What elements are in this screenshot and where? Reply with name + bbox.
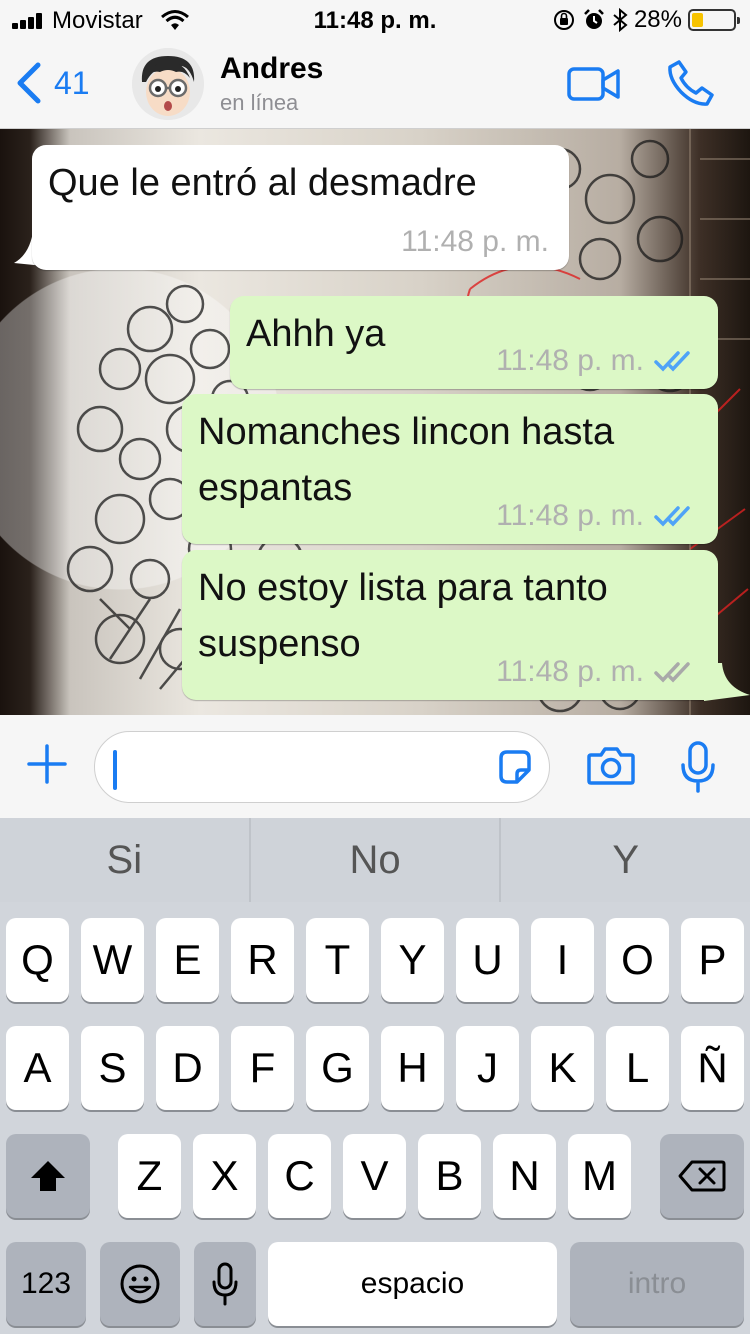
outgoing-bubble-tail — [704, 663, 750, 701]
return-key[interactable]: intro — [570, 1242, 744, 1326]
message-time: 11:48 p. m. — [496, 499, 644, 532]
avatar[interactable] — [132, 48, 204, 120]
key-v[interactable]: V — [343, 1134, 406, 1218]
key-p[interactable]: P — [681, 918, 744, 1002]
key-g[interactable]: G — [306, 1026, 369, 1110]
read-receipt-icon — [654, 351, 690, 372]
key-t[interactable]: T — [306, 918, 369, 1002]
key-w[interactable]: W — [81, 918, 144, 1002]
key-b[interactable]: B — [418, 1134, 481, 1218]
chat-area[interactable]: Que le entró al desmadre 11:48 p. m. Ahh… — [0, 129, 750, 715]
key-y[interactable]: Y — [381, 918, 444, 1002]
shift-icon — [31, 1161, 65, 1191]
shift-key[interactable] — [6, 1134, 90, 1218]
unread-count: 41 — [54, 64, 90, 101]
message-meta: 11:48 p. m. — [496, 498, 698, 534]
status-bar: Movistar 11:48 p. m. 28% — [0, 0, 750, 40]
key-h[interactable]: H — [381, 1026, 444, 1110]
rotation-lock-icon — [553, 10, 574, 30]
microphone-icon — [212, 1262, 238, 1306]
key-l[interactable]: L — [606, 1026, 669, 1110]
key-q[interactable]: Q — [6, 918, 69, 1002]
message-time: 11:48 p. m. — [401, 225, 549, 258]
emoji-key[interactable] — [100, 1242, 180, 1326]
message-bubble-outgoing[interactable]: Nomanches lincon hasta espantas 11:48 p.… — [182, 394, 718, 544]
suggestion-2[interactable]: No — [251, 818, 500, 902]
suggestion-3[interactable]: Y — [501, 818, 750, 902]
delete-key[interactable] — [660, 1134, 744, 1218]
message-text: Que le entró al desmadre — [48, 162, 477, 204]
plus-icon[interactable] — [26, 743, 68, 785]
status-right: 28% — [552, 6, 740, 34]
message-text: Ahhh ya — [246, 313, 386, 355]
dictation-key[interactable] — [194, 1242, 256, 1326]
key-s[interactable]: S — [81, 1026, 144, 1110]
emoji-icon — [120, 1264, 160, 1304]
bluetooth-icon — [613, 8, 628, 32]
back-button[interactable]: 41 — [16, 62, 90, 104]
camera-icon[interactable] — [586, 745, 636, 787]
message-input[interactable] — [94, 731, 550, 803]
message-bubble-incoming[interactable]: Que le entró al desmadre 11:48 p. m. — [32, 145, 569, 270]
key-f[interactable]: F — [231, 1026, 294, 1110]
key-n[interactable]: N — [493, 1134, 556, 1218]
sticker-icon[interactable] — [495, 748, 535, 788]
key-z[interactable]: Z — [118, 1134, 181, 1218]
key-j[interactable]: J — [456, 1026, 519, 1110]
key-a[interactable]: A — [6, 1026, 69, 1110]
key-k[interactable]: K — [531, 1026, 594, 1110]
key-x[interactable]: X — [193, 1134, 256, 1218]
key-r[interactable]: R — [231, 918, 294, 1002]
video-call-icon[interactable] — [566, 64, 622, 104]
battery-icon — [688, 9, 740, 31]
key-enye[interactable]: Ñ — [681, 1026, 744, 1110]
message-bubble-outgoing[interactable]: No estoy lista para tanto suspenso 11:48… — [182, 550, 718, 700]
battery-percent: 28% — [633, 6, 682, 33]
suggestion-1[interactable]: Si — [0, 818, 249, 902]
message-bubble-outgoing[interactable]: Ahhh ya 11:48 p. m. — [230, 296, 718, 389]
backspace-icon — [678, 1160, 726, 1192]
message-time: 11:48 p. m. — [496, 344, 644, 377]
alarm-icon — [584, 9, 604, 29]
key-m[interactable]: M — [568, 1134, 631, 1218]
avatar-image — [132, 48, 204, 120]
battery-level — [692, 13, 703, 27]
numbers-key[interactable]: 123 — [6, 1242, 86, 1326]
space-key[interactable]: espacio — [268, 1242, 557, 1326]
key-c[interactable]: C — [268, 1134, 331, 1218]
microphone-icon[interactable] — [680, 741, 716, 793]
chevron-left-icon — [17, 62, 41, 104]
keyboard: Q W E R T Y U I O P A S D F G H J K L Ñ … — [0, 902, 750, 1334]
key-i[interactable]: I — [531, 918, 594, 1002]
phone-icon[interactable] — [666, 58, 716, 108]
key-e[interactable]: E — [156, 918, 219, 1002]
chat-header: 41 Andres en línea — [0, 40, 750, 129]
contact-status: en línea — [220, 90, 299, 115]
key-d[interactable]: D — [156, 1026, 219, 1110]
message-input-bar — [0, 715, 750, 818]
message-meta: 11:48 p. m. — [496, 343, 698, 379]
predictive-text-bar: Si No Y — [0, 818, 750, 902]
message-time: 11:48 p. m. — [496, 655, 644, 688]
key-o[interactable]: O — [606, 918, 669, 1002]
contact-name[interactable]: Andres — [220, 52, 323, 86]
message-meta: 11:48 p. m. — [496, 654, 698, 690]
delivered-receipt-icon — [654, 662, 690, 683]
read-receipt-icon — [654, 506, 690, 527]
text-caret — [113, 750, 117, 790]
key-u[interactable]: U — [456, 918, 519, 1002]
message-meta: 11:48 p. m. — [401, 224, 549, 260]
